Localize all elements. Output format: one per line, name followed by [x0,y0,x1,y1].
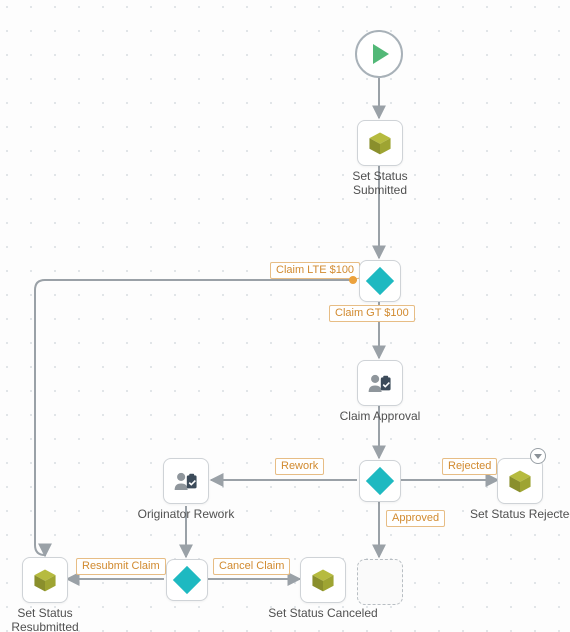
user-clipboard-icon [367,370,393,396]
cube-icon [310,567,336,593]
activity-set-status-rejected[interactable]: Set Status Rejected [470,458,570,522]
activity-originator-rework[interactable]: Originator Rework [136,458,236,522]
node-expand-handle[interactable] [530,448,546,464]
user-clipboard-icon [173,468,199,494]
play-icon [373,44,389,64]
edge-label-claim-gt-100[interactable]: Claim GT $100 [329,305,415,322]
cube-icon [32,567,58,593]
gateway-approval[interactable] [359,460,399,502]
edge-label-claim-lte-100[interactable]: Claim LTE $100 [270,262,360,279]
default-flow-marker [349,276,357,284]
activity-claim-approval[interactable]: Claim Approval [336,360,424,424]
diamond-icon [366,467,394,495]
activity-label: Set StatusResubmitted [10,607,80,632]
gateway-amount[interactable] [359,260,399,302]
activity-set-status-resubmitted[interactable]: Set StatusResubmitted [10,557,80,632]
activity-label: Set Status Canceled [268,607,378,621]
placeholder-drop-target[interactable] [357,559,401,605]
edge-label-resubmit-claim[interactable]: Resubmit Claim [76,558,166,575]
edge-label-rework[interactable]: Rework [275,458,324,475]
workflow-edges [0,0,570,632]
diamond-icon [173,566,201,594]
activity-label: Claim Approval [336,410,424,424]
diamond-icon [366,267,394,295]
cube-icon [507,468,533,494]
activity-label: Originator Rework [136,508,236,522]
cube-icon [367,130,393,156]
edge-label-approved[interactable]: Approved [386,510,445,527]
workflow-canvas[interactable]: Claim LTE $100 Claim GT $100 Rework Reje… [0,0,570,632]
activity-set-status-submitted[interactable]: Set StatusSubmitted [345,120,415,198]
activity-label: Set Status Rejected [470,508,570,522]
start-node[interactable] [355,30,403,78]
gateway-rework[interactable] [166,559,206,601]
activity-label: Set StatusSubmitted [345,170,415,198]
